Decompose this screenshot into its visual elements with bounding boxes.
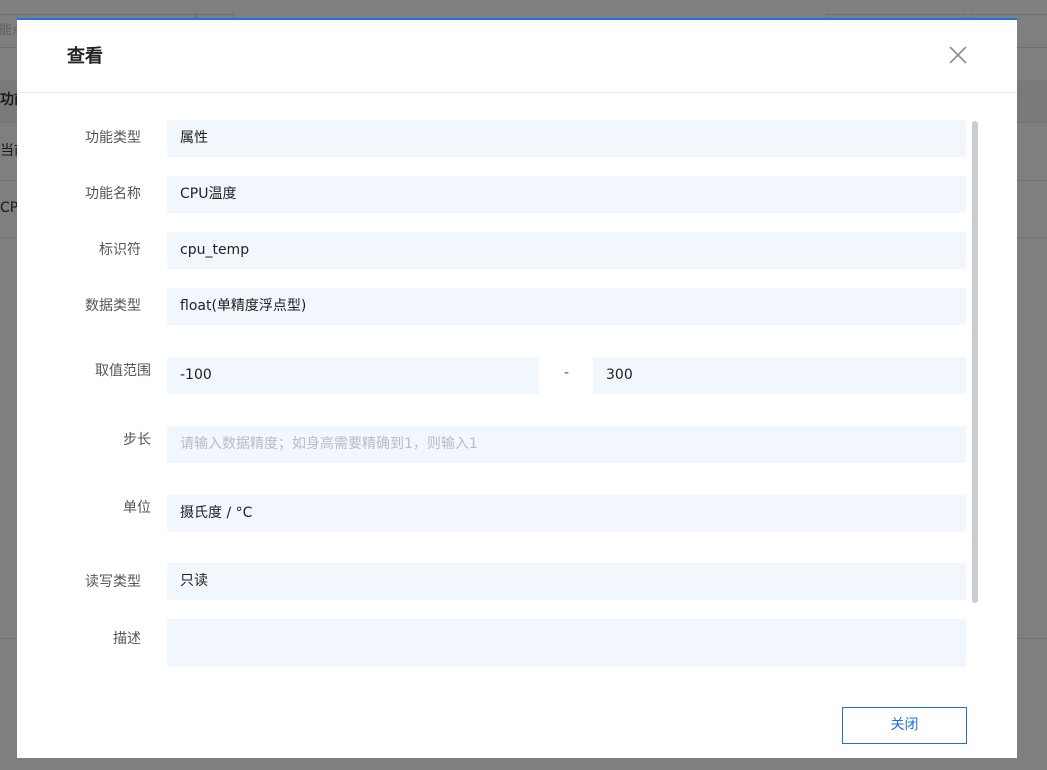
close-button[interactable]: 关闭 [842, 707, 967, 744]
view-dialog: 查看 功能类型 属性 功能名称 CPU温度 标识符 cpu_temp 数据类型 … [17, 18, 1017, 758]
step-field[interactable]: 请输入数据精度；如身高需要精确到1，则输入1 [167, 426, 966, 463]
value-range-max-field[interactable]: 300 [593, 357, 966, 394]
value-range-separator: - [564, 365, 570, 381]
form-scrollbar[interactable] [972, 121, 978, 603]
dialog-form: 功能类型 属性 功能名称 CPU温度 标识符 cpu_temp 数据类型 flo… [17, 93, 1017, 667]
value-range-min-field[interactable]: -100 [167, 357, 539, 394]
data-type-field[interactable]: float(单精度浮点型) [167, 288, 966, 325]
identifier-field[interactable]: cpu_temp [167, 232, 966, 269]
rw-type-field[interactable]: 只读 [167, 563, 966, 600]
function-name-field[interactable]: CPU温度 [167, 176, 966, 213]
dialog-title: 查看 [67, 46, 103, 67]
rw-type-label: 读写类型 [85, 574, 141, 590]
identifier-label: 标识符 [99, 242, 141, 258]
unit-label: 单位 [123, 500, 151, 516]
function-name-label: 功能名称 [85, 186, 141, 202]
description-field[interactable] [167, 619, 966, 667]
unit-field[interactable]: 摄氏度 / °C [167, 495, 966, 532]
data-type-label: 数据类型 [85, 298, 141, 314]
step-label: 步长 [123, 432, 151, 448]
function-type-field[interactable]: 属性 [167, 120, 966, 157]
close-icon[interactable] [945, 42, 971, 68]
function-type-label: 功能类型 [85, 130, 141, 146]
dialog-header: 查看 [17, 20, 1017, 93]
value-range-label: 取值范围 [95, 363, 151, 379]
description-label: 描述 [113, 631, 141, 647]
